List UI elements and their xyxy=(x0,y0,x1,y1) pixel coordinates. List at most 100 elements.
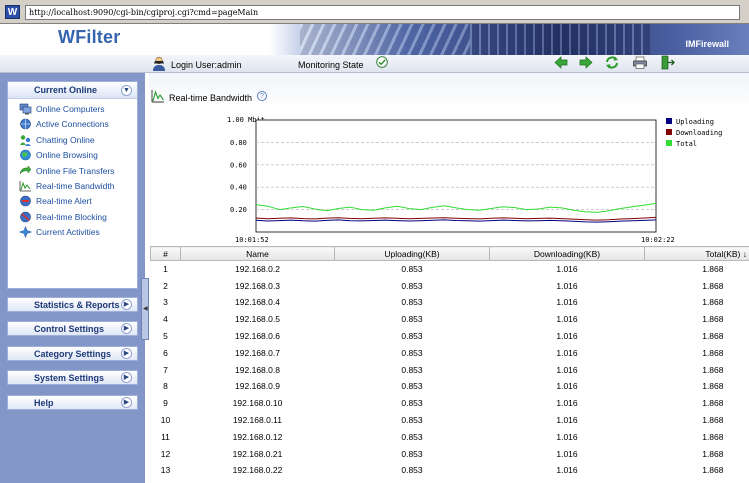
sidebar-item-real-time-alert[interactable]: Real-time Alert xyxy=(8,194,137,209)
main-content: Real-time Bandwidth ? 1.00 Mbit 0.80 0.60… xyxy=(149,73,749,483)
cell-name: 192.168.0.4 xyxy=(235,297,280,308)
bandwidth-table: # Name Uploading(KB) Downloading(KB) Tot… xyxy=(150,246,749,479)
sidebar-item-active-connections[interactable]: Active Connections xyxy=(8,117,137,132)
sidebar-item-real-time-bandwidth[interactable]: Real-time Bandwidth xyxy=(8,179,137,194)
section-system-settings[interactable]: System Settings ▶ xyxy=(7,370,138,385)
sidebar-item-current-activities[interactable]: Current Activities xyxy=(8,225,137,240)
arrow-left-icon[interactable] xyxy=(553,55,569,70)
col-header-index[interactable]: # xyxy=(150,246,181,261)
cell-index: 6 xyxy=(163,347,168,358)
cell-downloading: 1.016 xyxy=(556,264,578,275)
toolbar: Login User:admin Monitoring State xyxy=(0,55,749,73)
url-field[interactable]: http://localhost:9090/cgi-bin/cgiproj.cg… xyxy=(25,5,740,20)
cell-downloading: 1.016 xyxy=(556,398,578,409)
cell-uploading: 0.853 xyxy=(401,415,423,426)
legend-swatch xyxy=(666,129,672,135)
activities-icon xyxy=(19,226,32,239)
section-help[interactable]: Help ▶ xyxy=(7,395,138,410)
legend-swatch xyxy=(666,140,672,146)
cell-index: 9 xyxy=(163,398,168,409)
sidebar: Current Online ▼ Online Computers Active… xyxy=(0,73,145,483)
col-header-uploading[interactable]: Uploading(KB) xyxy=(334,246,490,261)
legend-swatch xyxy=(666,118,672,124)
refresh-icon[interactable] xyxy=(604,55,620,70)
cell-total: 1.868 xyxy=(702,364,724,375)
table-row[interactable]: 10 192.168.0.11 0.853 1.016 1.868 xyxy=(151,412,749,429)
sidebar-item-online-browsing[interactable]: Online Browsing xyxy=(8,148,137,163)
user-icon xyxy=(153,56,165,71)
current-online-panel: Current Online ▼ Online Computers Active… xyxy=(7,81,138,289)
table-row[interactable]: 13 192.168.0.22 0.853 1.016 1.868 xyxy=(151,462,749,479)
cell-total: 1.868 xyxy=(702,465,724,476)
print-icon[interactable] xyxy=(632,55,648,70)
cell-downloading: 1.016 xyxy=(556,415,578,426)
logout-icon[interactable] xyxy=(660,55,676,70)
chevron-right-icon[interactable]: ▶ xyxy=(121,348,132,359)
cell-uploading: 0.853 xyxy=(401,331,423,342)
product-name: IMFirewall xyxy=(685,39,729,49)
login-user-label: Login User:admin xyxy=(171,60,242,70)
cell-index: 4 xyxy=(163,314,168,325)
file-transfer-icon xyxy=(19,164,32,174)
table-row[interactable]: 9 192.168.0.10 0.853 1.016 1.868 xyxy=(151,395,749,412)
y-tick-label: 0.80 xyxy=(230,139,247,147)
table-row[interactable]: 12 192.168.0.21 0.853 1.016 1.868 xyxy=(151,445,749,462)
table-row[interactable]: 3 192.168.0.4 0.853 1.016 1.868 xyxy=(151,294,749,311)
cell-name: 192.168.0.5 xyxy=(235,314,280,325)
cell-name: 192.168.0.7 xyxy=(235,347,280,358)
section-category-settings[interactable]: Category Settings ▶ xyxy=(7,346,138,361)
cell-total: 1.868 xyxy=(702,331,724,342)
cell-downloading: 1.016 xyxy=(556,314,578,325)
cell-total: 1.868 xyxy=(702,264,724,275)
cell-name: 192.168.0.12 xyxy=(232,431,283,442)
chevron-down-icon[interactable]: ▼ xyxy=(121,85,132,96)
chevron-right-icon[interactable]: ▶ xyxy=(121,299,132,310)
table-row[interactable]: 8 192.168.0.9 0.853 1.016 1.868 xyxy=(151,378,749,395)
cell-index: 8 xyxy=(163,381,168,392)
legend-label: Total xyxy=(676,140,697,148)
cell-uploading: 0.853 xyxy=(401,314,423,325)
cell-index: 13 xyxy=(160,465,171,476)
cell-uploading: 0.853 xyxy=(401,465,423,476)
sidebar-item-real-time-blocking[interactable]: Real-time Blocking xyxy=(8,210,137,225)
banner-decoration xyxy=(300,24,470,55)
col-header-total[interactable]: Total(KB) ↓ xyxy=(644,246,749,261)
sidebar-item-online-computers[interactable]: Online Computers xyxy=(8,102,137,117)
cell-index: 12 xyxy=(160,448,171,459)
table-row[interactable]: 4 192.168.0.5 0.853 1.016 1.868 xyxy=(151,311,749,328)
cell-name: 192.168.0.9 xyxy=(235,381,280,392)
cell-total: 1.868 xyxy=(702,314,724,325)
cell-name: 192.168.0.22 xyxy=(232,465,283,476)
col-header-name[interactable]: Name xyxy=(180,246,335,261)
y-tick-label: 0.40 xyxy=(230,184,247,192)
table-row[interactable]: 2 192.168.0.3 0.853 1.016 1.868 xyxy=(151,277,749,294)
cell-total: 1.868 xyxy=(702,381,724,392)
chevron-right-icon[interactable]: ▶ xyxy=(121,397,132,408)
chevron-right-icon[interactable]: ▶ xyxy=(121,372,132,383)
table-row[interactable]: 7 192.168.0.8 0.853 1.016 1.868 xyxy=(151,361,749,378)
sidebar-item-chatting-online[interactable]: Chatting Online xyxy=(8,133,137,148)
help-icon[interactable]: ? xyxy=(257,91,267,101)
cell-name: 192.168.0.3 xyxy=(235,280,280,291)
sidebar-collapse-handle[interactable]: ◀ xyxy=(141,278,149,340)
table-row[interactable]: 11 192.168.0.12 0.853 1.016 1.868 xyxy=(151,428,749,445)
cell-downloading: 1.016 xyxy=(556,364,578,375)
section-control-settings[interactable]: Control Settings ▶ xyxy=(7,321,138,336)
table-row[interactable]: 6 192.168.0.7 0.853 1.016 1.868 xyxy=(151,344,749,361)
table-row[interactable]: 1 192.168.0.2 0.853 1.016 1.868 xyxy=(151,261,749,278)
y-tick-label: 0.20 xyxy=(230,206,247,214)
cell-total: 1.868 xyxy=(702,297,724,308)
arrow-right-icon[interactable] xyxy=(578,55,594,70)
cell-index: 2 xyxy=(163,280,168,291)
sidebar-item-online-file-transfers[interactable]: Online File Transfers xyxy=(8,164,137,179)
check-circle-icon xyxy=(376,56,388,68)
cell-downloading: 1.016 xyxy=(556,448,578,459)
cell-uploading: 0.853 xyxy=(401,448,423,459)
col-header-downloading[interactable]: Downloading(KB) xyxy=(489,246,645,261)
table-row[interactable]: 5 192.168.0.6 0.853 1.016 1.868 xyxy=(151,328,749,345)
chevron-right-icon[interactable]: ▶ xyxy=(121,323,132,334)
current-online-header[interactable]: Current Online ▼ xyxy=(8,82,137,99)
cell-total: 1.868 xyxy=(702,347,724,358)
section-statistics-reports[interactable]: Statistics & Reports ▶ xyxy=(7,297,138,312)
cell-uploading: 0.853 xyxy=(401,364,423,375)
